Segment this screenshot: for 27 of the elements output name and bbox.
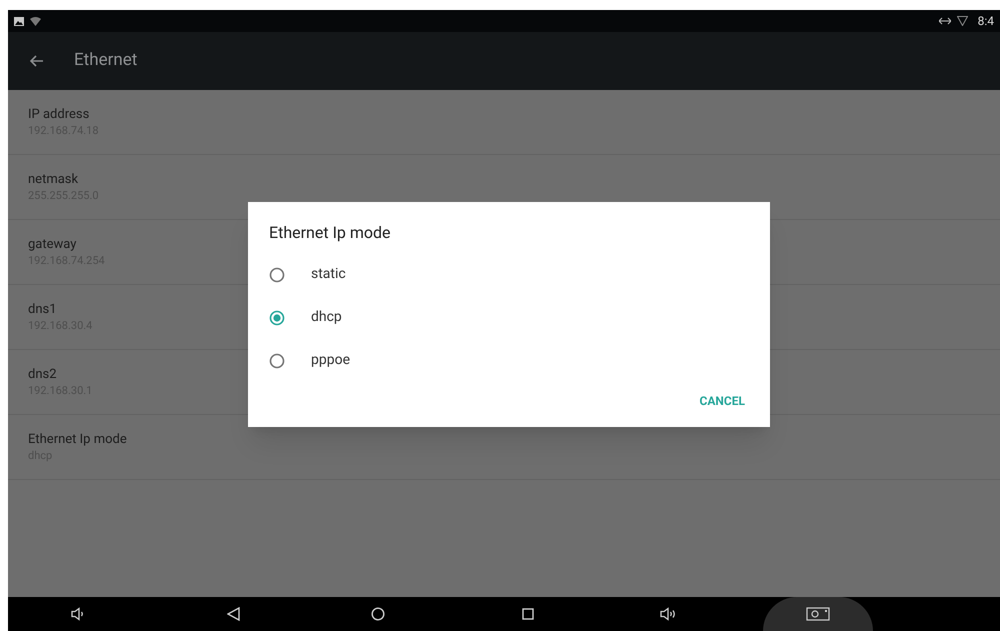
- toolbar-title: Ethernet: [74, 49, 138, 72]
- setting-label: dns1: [28, 301, 57, 318]
- radio-icon[interactable]: [269, 266, 285, 282]
- status-time: 8:4: [978, 13, 994, 30]
- back-icon[interactable]: [226, 607, 240, 621]
- cancel-button[interactable]: CANCEL: [696, 386, 749, 416]
- back-arrow-icon[interactable]: [30, 55, 44, 67]
- wifi-icon: [30, 16, 41, 26]
- option-label[interactable]: dhcp: [311, 307, 342, 328]
- radio-icon[interactable]: [269, 352, 285, 368]
- setting-label: gateway: [28, 236, 76, 253]
- radio-selected-icon[interactable]: [269, 310, 285, 326]
- dialog-title: Ethernet Ip mode: [269, 222, 392, 244]
- signal-icon: [956, 16, 968, 26]
- setting-label: netmask: [28, 171, 78, 188]
- setting-label: dns2: [28, 366, 57, 383]
- home-icon[interactable]: [371, 607, 385, 621]
- setting-label: Ethernet Ip mode: [28, 431, 127, 448]
- volume-up-icon[interactable]: [660, 607, 676, 621]
- image-icon: [14, 16, 24, 26]
- option-label[interactable]: static: [311, 264, 346, 285]
- recent-apps-icon[interactable]: [522, 608, 534, 620]
- camera-icon: [806, 607, 830, 621]
- volume-down-icon[interactable]: [71, 607, 85, 621]
- setting-label: IP address: [28, 106, 90, 123]
- option-label[interactable]: pppoe: [311, 350, 350, 371]
- data-transfer-icon: [938, 17, 951, 25]
